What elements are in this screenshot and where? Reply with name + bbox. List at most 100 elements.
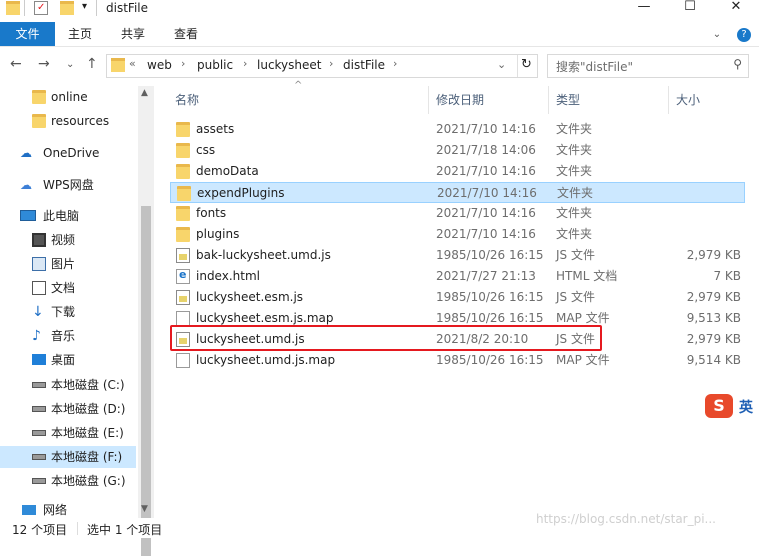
nav-item-drive-g[interactable]: 本地磁盘 (G:) — [30, 470, 136, 492]
file-size: 2,979 KB — [686, 332, 741, 346]
nav-item-downloads[interactable]: ↓ 下载 — [30, 301, 136, 323]
chevron-right-icon[interactable]: › — [181, 57, 185, 70]
nav-item-drive-e[interactable]: 本地磁盘 (E:) — [30, 422, 136, 444]
column-header-name[interactable]: 名称 — [175, 86, 199, 114]
address-row: ← → ⌄ ↑ « web › public › luckysheet › di… — [0, 48, 759, 82]
drive-icon — [32, 454, 46, 460]
ribbon-tabs: 文件 主页 共享 查看 ⌄ ? — [0, 20, 759, 47]
nav-item-videos[interactable]: 视频 — [30, 229, 136, 251]
folder-icon — [176, 122, 190, 137]
ime-indicator[interactable]: S 英 — [705, 392, 759, 420]
search-icon[interactable]: ⚲ — [733, 57, 742, 71]
file-name: assets — [196, 122, 235, 136]
file-row[interactable]: demoData 2021/7/10 14:16 文件夹 — [170, 161, 745, 182]
folder-icon — [111, 58, 125, 72]
file-row[interactable]: plugins 2021/7/10 14:16 文件夹 — [170, 224, 745, 245]
forward-button[interactable]: → — [38, 56, 50, 72]
nav-item-online[interactable]: online — [30, 86, 136, 108]
nav-item-drive-f[interactable]: 本地磁盘 (F:) — [0, 446, 136, 468]
column-header-type[interactable]: 类型 — [556, 86, 580, 114]
tab-view[interactable]: 查看 — [174, 22, 198, 46]
file-name: expendPlugins — [197, 186, 285, 200]
scroll-down-icon[interactable]: ▼ — [141, 504, 148, 514]
close-button[interactable]: ✕ — [713, 0, 759, 16]
help-icon[interactable]: ? — [737, 28, 751, 42]
tab-share[interactable]: 共享 — [121, 22, 145, 46]
chevron-right-icon[interactable]: › — [243, 57, 247, 70]
file-row[interactable]: luckysheet.esm.js 1985/10/26 16:15 JS 文件 2,… — [170, 287, 745, 308]
navigation-pane: online resources ☁ OneDrive ☁ WPS网盘 此电脑 … — [0, 86, 154, 556]
nav-item-pictures[interactable]: 图片 — [30, 253, 136, 275]
folder-icon — [32, 90, 46, 104]
refresh-icon[interactable]: ↻ — [521, 57, 532, 72]
file-row[interactable]: index.html 2021/7/27 21:13 HTML 文档 7 KB — [170, 266, 745, 287]
column-divider[interactable] — [668, 86, 669, 114]
file-name: demoData — [196, 164, 259, 178]
file-size: 9,514 KB — [686, 353, 741, 367]
tab-home[interactable]: 主页 — [68, 22, 92, 46]
file-row[interactable]: luckysheet.umd.js.map 1985/10/26 16:15 MAP… — [170, 350, 745, 371]
column-header-date[interactable]: 修改日期 — [436, 86, 484, 114]
download-icon: ↓ — [32, 304, 44, 320]
up-button[interactable]: ↑ — [86, 56, 98, 72]
folder-icon — [32, 114, 46, 128]
title-bar: ✓ ▾ distFile — ☐ ✕ — [0, 0, 759, 20]
chevron-down-icon[interactable]: ▾ — [82, 0, 96, 14]
desktop-icon — [32, 354, 46, 365]
breadcrumb-overflow[interactable]: « — [129, 57, 136, 70]
nav-item-desktop[interactable]: 桌面 — [30, 349, 136, 371]
nav-item-wps[interactable]: ☁ WPS网盘 — [20, 174, 136, 196]
new-folder-icon[interactable] — [60, 1, 74, 15]
chevron-right-icon[interactable]: › — [329, 57, 333, 70]
search-input[interactable]: 搜索"distFile" ⚲ — [547, 54, 749, 78]
window-title: distFile — [106, 1, 148, 15]
column-divider[interactable] — [548, 86, 549, 114]
breadcrumb-web[interactable]: web — [147, 58, 172, 72]
maximize-button[interactable]: ☐ — [667, 0, 713, 16]
nav-item-documents[interactable]: 文档 — [30, 277, 136, 299]
file-row[interactable]: expendPlugins 2021/7/10 14:16 文件夹 — [170, 182, 745, 203]
tab-file[interactable]: 文件 — [0, 22, 55, 46]
nav-item-music[interactable]: ♪ 音乐 — [30, 325, 136, 347]
nav-item-resources[interactable]: resources — [30, 110, 136, 132]
file-name: plugins — [196, 227, 240, 241]
folder-icon — [176, 206, 190, 221]
column-header-size[interactable]: 大小 — [676, 86, 700, 114]
breadcrumb-public[interactable]: public — [197, 58, 233, 72]
nav-item-this-pc[interactable]: 此电脑 — [20, 205, 136, 227]
scroll-up-icon[interactable]: ▲ — [141, 88, 148, 98]
nav-item-onedrive[interactable]: ☁ OneDrive — [20, 142, 136, 164]
file-row[interactable]: bak-luckysheet.umd.js 1985/10/26 16:15 JS … — [170, 245, 745, 266]
properties-icon[interactable]: ✓ — [34, 1, 48, 15]
file-row[interactable]: assets 2021/7/10 14:16 文件夹 — [170, 119, 745, 140]
network-icon — [22, 505, 36, 515]
file-type: 文件夹 — [556, 206, 593, 220]
file-date: 1985/10/26 16:15 — [436, 290, 544, 304]
nav-item-network[interactable]: 网络 — [20, 502, 136, 518]
file-size: 2,979 KB — [686, 290, 741, 304]
column-divider[interactable] — [428, 86, 429, 114]
recent-locations-icon[interactable]: ⌄ — [66, 59, 74, 70]
file-row[interactable]: css 2021/7/18 14:06 文件夹 — [170, 140, 745, 161]
html-file-icon — [176, 268, 190, 284]
address-bar[interactable]: « web › public › luckysheet › distFile ›… — [106, 54, 538, 78]
folder-icon — [176, 164, 190, 179]
file-name: index.html — [196, 269, 260, 283]
breadcrumb-distfile[interactable]: distFile — [343, 58, 385, 72]
nav-item-drive-c[interactable]: 本地磁盘 (C:) — [30, 374, 136, 396]
highlight-box — [170, 325, 602, 351]
document-icon — [32, 281, 46, 295]
file-size: 2,979 KB — [686, 248, 741, 262]
cloud-icon: ☁ — [20, 178, 32, 192]
chevron-right-icon[interactable]: › — [393, 57, 397, 70]
file-row[interactable]: fonts 2021/7/10 14:16 文件夹 — [170, 203, 745, 224]
minimize-button[interactable]: — — [621, 0, 667, 16]
breadcrumb-luckysheet[interactable]: luckysheet — [257, 58, 322, 72]
item-count: 12 个项目 — [12, 523, 68, 537]
file-type: 文件夹 — [557, 186, 594, 200]
back-button[interactable]: ← — [10, 56, 22, 72]
folder-icon — [6, 1, 20, 15]
nav-item-drive-d[interactable]: 本地磁盘 (D:) — [30, 398, 136, 420]
address-dropdown-icon[interactable]: ⌄ — [497, 58, 506, 71]
expand-ribbon-icon[interactable]: ⌄ — [713, 29, 721, 40]
